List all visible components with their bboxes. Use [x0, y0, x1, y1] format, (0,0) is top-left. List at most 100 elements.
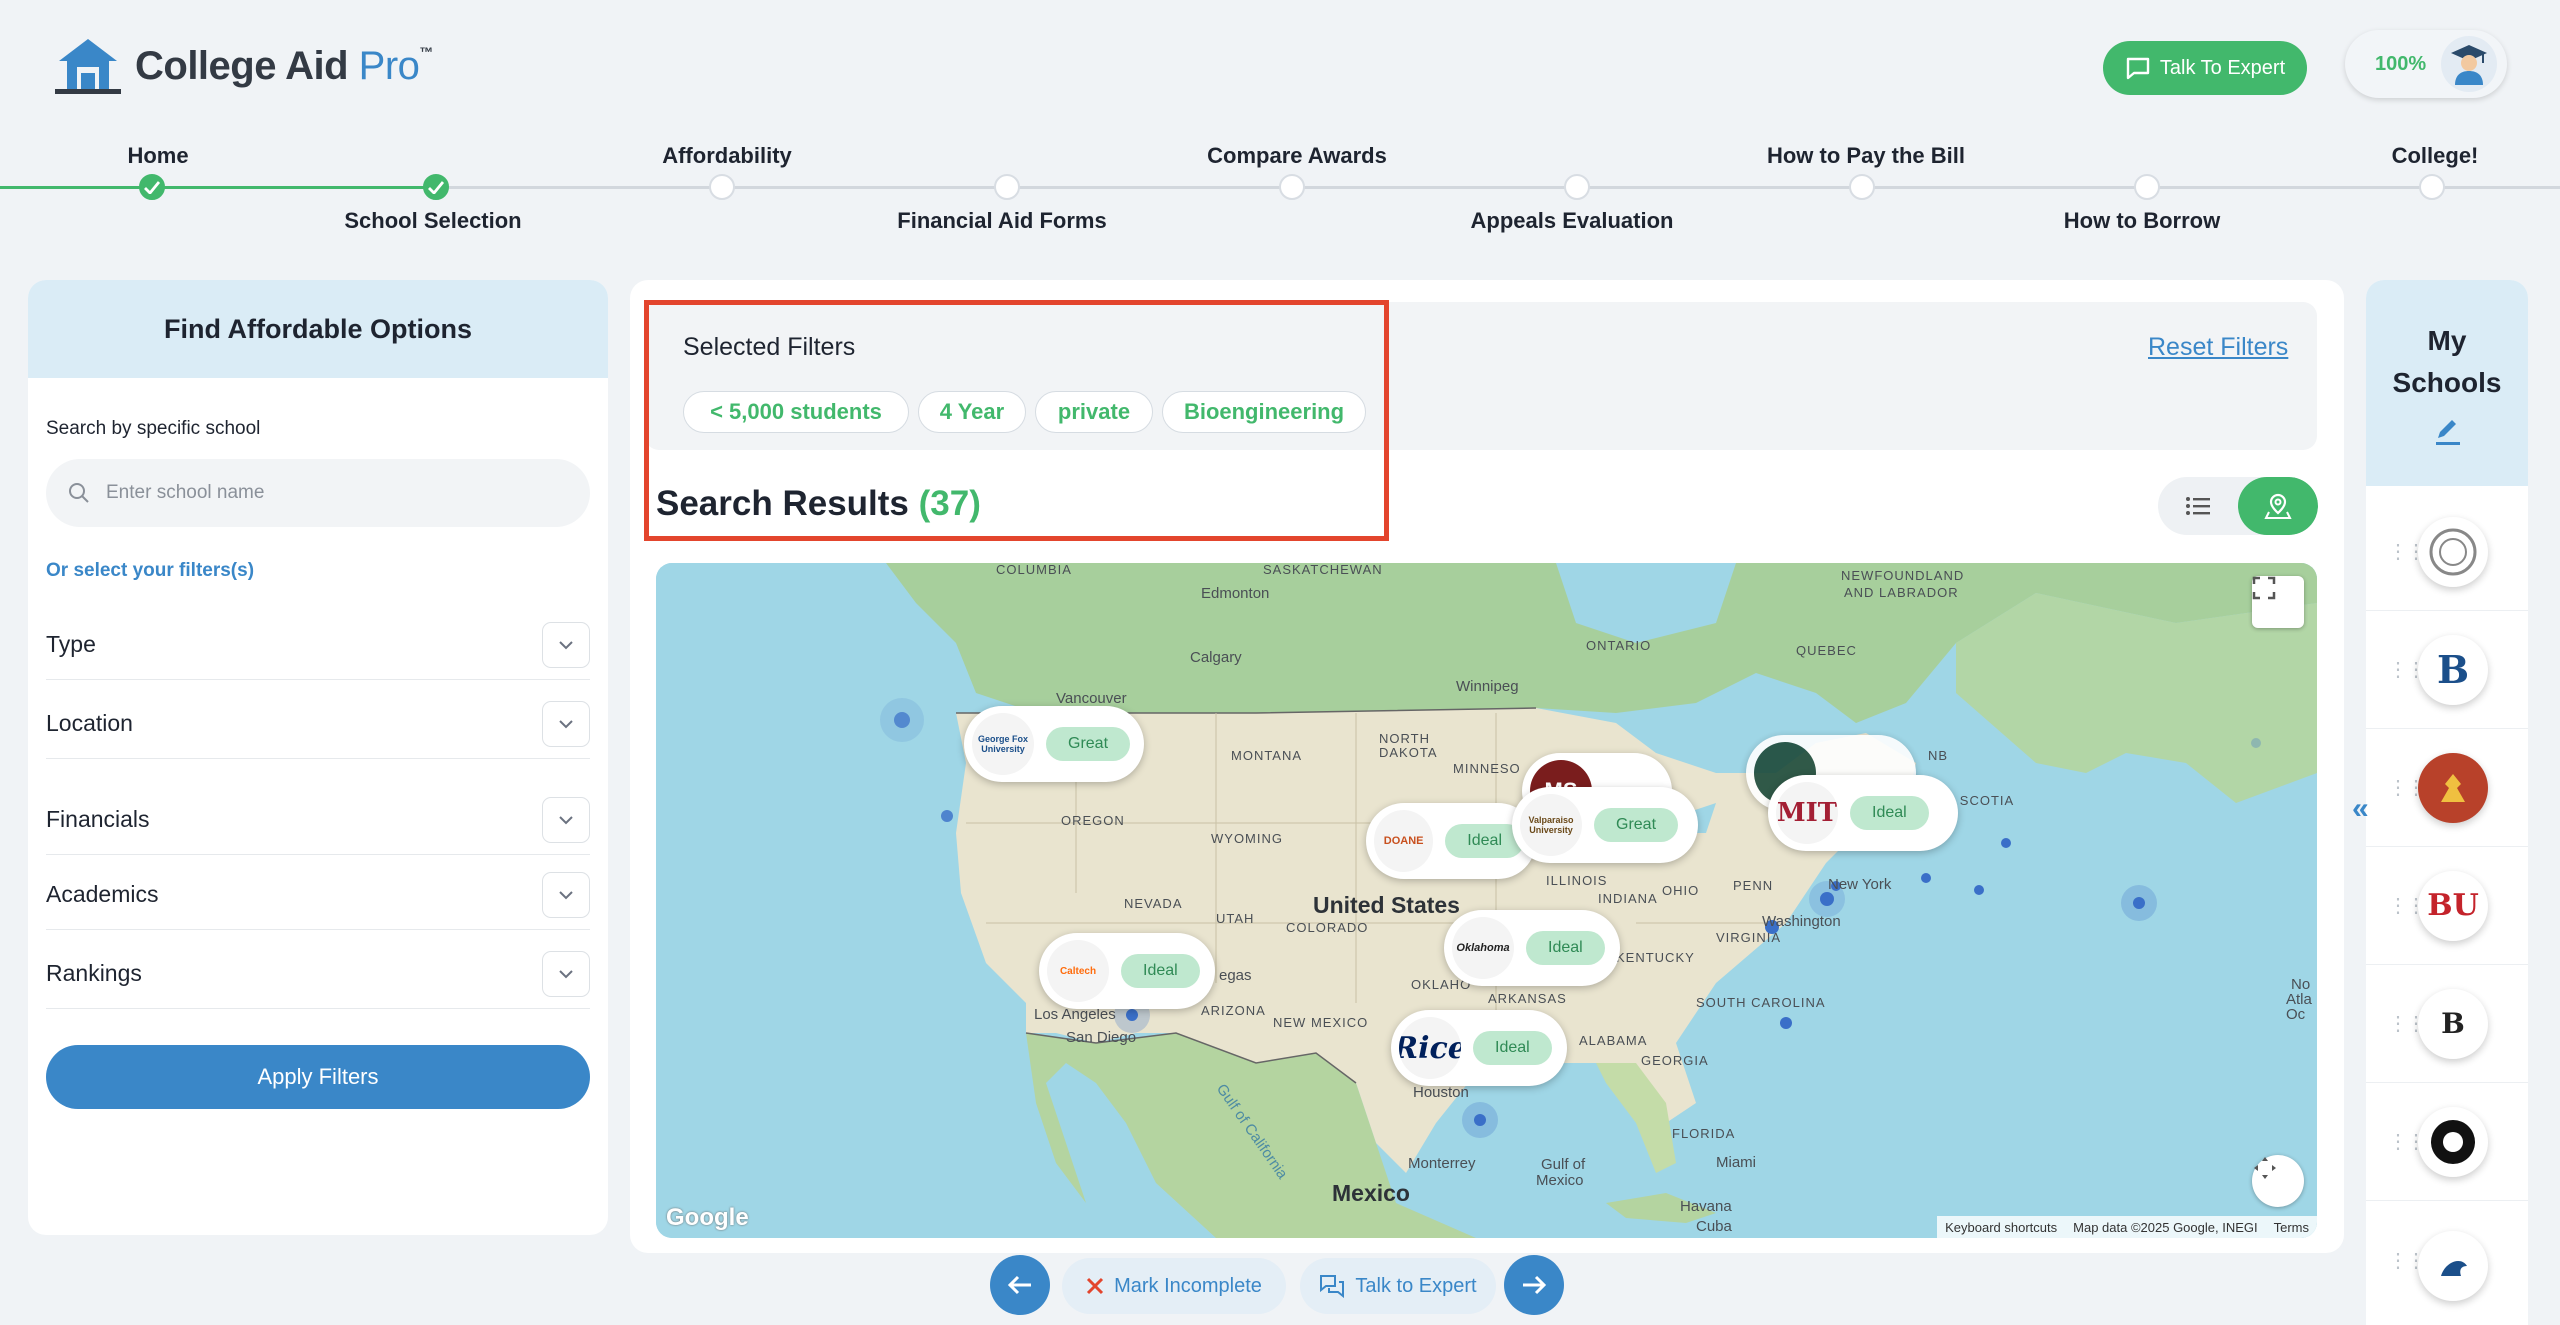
map-label: UTAH	[1216, 911, 1255, 926]
my-school-item[interactable]: ⋮⋮	[2366, 493, 2528, 611]
step-dot-financial-aid-forms[interactable]	[994, 174, 1020, 200]
map-view-button[interactable]	[2238, 477, 2318, 535]
school-logo: MIT	[1776, 782, 1838, 844]
my-school-item[interactable]: ⋮⋮	[2366, 1083, 2528, 1201]
filter-panel-title: Find Affordable Options	[28, 280, 608, 378]
map-label: Miami	[1716, 1154, 1756, 1171]
keyboard-shortcuts-link[interactable]: Keyboard shortcuts	[1945, 1220, 2057, 1235]
step-dot-college[interactable]	[2419, 174, 2445, 200]
my-schools-title: My Schools	[2392, 325, 2502, 398]
step-dot-how-to-borrow[interactable]	[2134, 174, 2160, 200]
edit-pencil-icon[interactable]	[2432, 416, 2462, 446]
map-label: PENN	[1733, 878, 1774, 893]
school-logo: Oklahoma	[1452, 917, 1514, 979]
chat-bubbles-icon	[1320, 1275, 1345, 1298]
map-label: COLORADO	[1286, 920, 1369, 935]
select-filters-link[interactable]: Or select your filters(s)	[46, 560, 254, 582]
my-school-item[interactable]: ⋮⋮ B	[2366, 965, 2528, 1083]
step-dot-appeals-evaluation[interactable]	[1564, 174, 1590, 200]
check-icon	[428, 180, 444, 194]
chevron-down-icon[interactable]	[542, 950, 590, 997]
step-label-how-to-borrow[interactable]: How to Borrow	[2064, 208, 2220, 234]
progress-percent: 100%	[2375, 52, 2427, 75]
map-label: MONTANA	[1231, 748, 1303, 763]
school-search-input[interactable]	[106, 482, 546, 504]
step-dot-compare-awards[interactable]	[1279, 174, 1305, 200]
reset-filters-link[interactable]: Reset Filters	[2148, 333, 2288, 362]
map-label: Gulf of	[1541, 1156, 1586, 1173]
my-school-item[interactable]: ⋮⋮	[2366, 1201, 2528, 1319]
map-marker-valparaiso[interactable]: Valparaiso University Great	[1512, 787, 1698, 863]
school-map[interactable]: COLUMBIA SASKATCHEWAN Edmonton NEWFOUNDL…	[656, 563, 2317, 1238]
step-dot-affordability[interactable]	[709, 174, 735, 200]
view-toggle[interactable]	[2158, 477, 2318, 535]
chevron-down-icon[interactable]	[542, 796, 590, 843]
chevron-down-icon[interactable]	[542, 621, 590, 668]
filter-rankings[interactable]: Rankings	[46, 939, 590, 1009]
school-seal-logo	[2418, 516, 2488, 587]
map-label: ARIZONA	[1201, 1003, 1266, 1018]
highlight-frame	[644, 300, 1389, 541]
step-label-school-selection[interactable]: School Selection	[344, 208, 521, 234]
step-label-appeals-evaluation[interactable]: Appeals Evaluation	[1471, 208, 1674, 234]
list-view-button[interactable]	[2158, 477, 2238, 535]
map-marker-oklahoma[interactable]: Oklahoma Ideal	[1444, 910, 1620, 986]
filter-academics[interactable]: Academics	[46, 860, 590, 930]
mark-incomplete-button[interactable]: Mark Incomplete	[1062, 1258, 1286, 1314]
talk-to-expert-bottom-button[interactable]: Talk to Expert	[1300, 1258, 1496, 1314]
map-marker-doane[interactable]: DOANE Ideal	[1366, 803, 1536, 879]
map-marker-george-fox[interactable]: George Fox University Great	[964, 706, 1144, 782]
map-label: AND LABRADOR	[1844, 585, 1959, 600]
fullscreen-button[interactable]	[2252, 576, 2304, 628]
map-label: Monterrey	[1408, 1155, 1476, 1172]
collapse-panel-icon[interactable]: «	[2352, 792, 2369, 826]
filter-location-label: Location	[46, 710, 133, 736]
map-label: United States	[1313, 892, 1460, 918]
recenter-button[interactable]	[2252, 1155, 2304, 1207]
step-label-college[interactable]: College!	[2392, 143, 2479, 169]
filter-financials[interactable]: Financials	[46, 785, 590, 855]
map-marker-caltech[interactable]: Caltech Ideal	[1039, 933, 1215, 1009]
school-search-box[interactable]	[46, 459, 590, 527]
fullscreen-icon	[2252, 576, 2276, 600]
map-label: Winnipeg	[1456, 678, 1519, 695]
filter-type[interactable]: Type	[46, 610, 590, 680]
school-logo: BU	[2418, 870, 2488, 941]
next-step-button[interactable]	[1504, 1255, 1564, 1315]
previous-step-button[interactable]	[990, 1255, 1050, 1315]
step-label-affordability[interactable]: Affordability	[662, 143, 792, 169]
step-dot-home[interactable]	[139, 174, 165, 200]
terms-link[interactable]: Terms	[2274, 1220, 2309, 1235]
map-label: NB	[1928, 748, 1949, 763]
close-icon	[1087, 1277, 1104, 1295]
apply-filters-button[interactable]: Apply Filters	[46, 1045, 590, 1109]
fit-badge: Ideal	[1850, 796, 1929, 830]
chevron-down-icon[interactable]	[542, 700, 590, 747]
map-label: DAKOTA	[1379, 745, 1438, 760]
step-label-how-to-pay[interactable]: How to Pay the Bill	[1767, 143, 1965, 169]
map-marker-mit[interactable]: MIT Ideal	[1768, 775, 1958, 851]
chevron-down-icon[interactable]	[542, 871, 590, 918]
map-label: egas	[1219, 967, 1252, 984]
step-label-financial-aid-forms[interactable]: Financial Aid Forms	[897, 208, 1106, 234]
filter-academics-label: Academics	[46, 881, 159, 907]
map-label: COLUMBIA	[996, 563, 1072, 577]
talk-to-expert-button[interactable]: Talk To Expert	[2103, 41, 2307, 95]
my-school-item[interactable]: ⋮⋮ BU	[2366, 847, 2528, 965]
progress-profile-pill[interactable]: 100%	[2345, 30, 2507, 98]
map-marker-rice[interactable]: Rice Ideal	[1391, 1010, 1567, 1086]
my-school-item[interactable]: ⋮⋮ B	[2366, 611, 2528, 729]
step-dot-how-to-pay[interactable]	[1849, 174, 1875, 200]
filter-location[interactable]: Location	[46, 689, 590, 759]
filter-panel: Find Affordable Options Search by specif…	[28, 280, 608, 1235]
map-label: NORTH	[1379, 731, 1430, 746]
step-label-home[interactable]: Home	[127, 143, 188, 169]
map-label: VIRGINIA	[1716, 930, 1782, 945]
my-school-item[interactable]: ⋮⋮	[2366, 729, 2528, 847]
fit-badge: Ideal	[1473, 1031, 1552, 1065]
map-label: SOUTH CAROLINA	[1696, 995, 1826, 1010]
app-logo[interactable]: College Aid Pro™	[55, 35, 475, 97]
map-label: Calgary	[1190, 649, 1242, 666]
step-dot-school-selection[interactable]	[423, 174, 449, 200]
step-label-compare-awards[interactable]: Compare Awards	[1207, 143, 1387, 169]
